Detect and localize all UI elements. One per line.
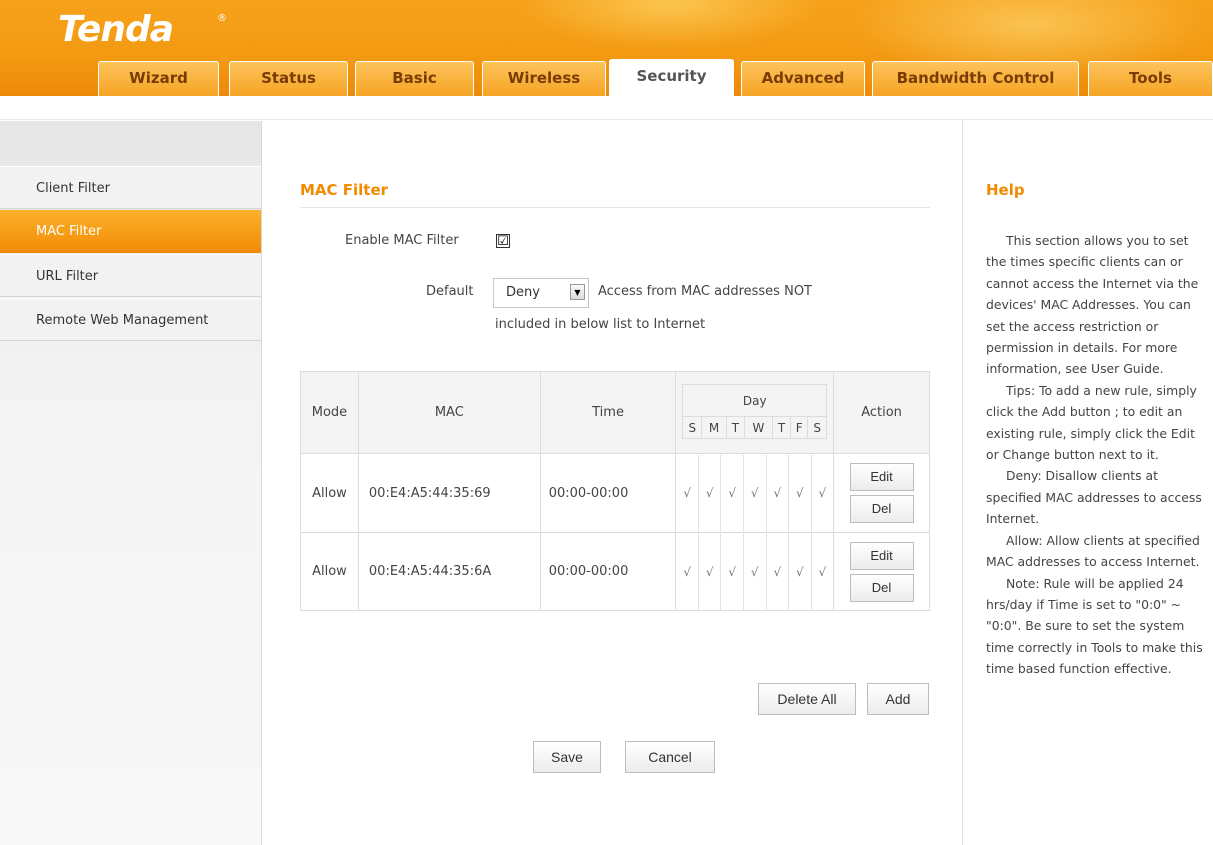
row-days: √ √ √ √ √ √ √ [675, 453, 835, 533]
table-row: Allow 00:E4:A5:44:35:6A 00:00-00:00 √ √ … [300, 532, 930, 611]
default-policy-value: Deny [506, 285, 540, 300]
tab-wizard[interactable]: Wizard [98, 61, 219, 96]
help-paragraph: Note: Rule will be applied 24 hrs/day if… [986, 575, 1203, 677]
day-check-icon: √ [720, 533, 743, 610]
enable-mac-filter-label: Enable MAC Filter [345, 233, 459, 248]
day-fri: F [790, 416, 809, 439]
day-check-icon: √ [697, 533, 721, 610]
day-check-icon: √ [742, 533, 766, 610]
row-actions: Edit Del [833, 453, 930, 533]
row-time: 00:00-00:00 [539, 453, 677, 533]
day-check-icon: √ [810, 533, 834, 610]
cancel-button[interactable]: Cancel [625, 741, 715, 773]
tab-basic[interactable]: Basic [355, 61, 474, 96]
day-thu: T [771, 416, 792, 439]
row-mac: 00:E4:A5:44:35:69 [357, 453, 541, 533]
col-mode: Mode [300, 371, 359, 454]
table-header-row: Mode MAC Time Day S M T W T F S Action [300, 371, 930, 454]
day-check-icon: √ [683, 485, 691, 500]
sidebar-item-url-filter[interactable]: URL Filter [0, 254, 261, 297]
day-check-icon: √ [742, 454, 766, 532]
help-title: Help [986, 181, 1025, 199]
delete-button[interactable]: Del [849, 573, 914, 602]
header-underbar [0, 96, 1213, 120]
edit-button[interactable]: Edit [849, 541, 914, 570]
col-day: Day S M T W T F S [675, 371, 835, 454]
row-actions: Edit Del [833, 532, 930, 611]
tenda-logo: Tenda [58, 9, 174, 50]
tab-wireless[interactable]: Wireless [482, 61, 606, 96]
day-sun: S [682, 416, 703, 439]
save-button[interactable]: Save [533, 741, 601, 773]
chevron-down-icon: ▼ [570, 284, 585, 300]
default-description-line2: included in below list to Internet [495, 317, 706, 332]
col-mac: MAC [357, 371, 541, 454]
day-check-icon: √ [720, 454, 743, 532]
registered-mark: ® [217, 13, 227, 24]
day-sat: S [807, 416, 828, 439]
col-time: Time [539, 371, 677, 454]
tab-security[interactable]: Security [609, 59, 734, 96]
help-paragraph: Deny: Disallow clients at specified MAC … [986, 468, 1202, 527]
row-days: √ √ √ √ √ √ √ [675, 532, 835, 611]
col-action: Action [833, 371, 930, 454]
row-time: 00:00-00:00 [539, 532, 677, 611]
header-bar: Tenda ® Wizard Status Basic Wireless Sec… [0, 0, 1213, 96]
sidebar-item-client-filter[interactable]: Client Filter [0, 166, 261, 209]
main-tabs: Wizard Status Basic Wireless Security Ad… [0, 59, 1213, 96]
day-check-icon: √ [788, 454, 811, 532]
title-divider [300, 207, 930, 208]
sidebar-item-mac-filter[interactable]: MAC Filter [0, 210, 261, 253]
day-header: Day S M T W T F S [682, 384, 828, 439]
day-check-icon: √ [765, 533, 789, 610]
row-mac: 00:E4:A5:44:35:6A [357, 532, 541, 611]
help-paragraph: Allow: Allow clients at specified MAC ad… [986, 532, 1200, 570]
delete-all-button[interactable]: Delete All [758, 683, 856, 715]
default-description-line1: Access from MAC addresses NOT [598, 284, 812, 299]
day-mon: M [701, 416, 727, 439]
tab-status[interactable]: Status [229, 61, 348, 96]
day-check-icon: √ [788, 533, 811, 610]
default-label: Default [426, 284, 474, 299]
tab-bandwidth-control[interactable]: Bandwidth Control [872, 61, 1079, 96]
edit-button[interactable]: Edit [849, 463, 914, 491]
delete-button[interactable]: Del [849, 495, 914, 523]
day-tue: T [725, 416, 745, 439]
day-check-icon: √ [683, 564, 691, 579]
day-check-icon: √ [810, 454, 834, 532]
row-mode: Allow [300, 453, 359, 533]
help-panel: Help This section allows you to set the … [962, 121, 1213, 845]
check-mark-icon: ☑ [497, 234, 509, 249]
day-check-icon: √ [765, 454, 789, 532]
main-content: MAC Filter Enable MAC Filter ☑ Default D… [263, 121, 961, 845]
help-body: This section allows you to set the times… [986, 230, 1204, 680]
help-paragraph: This section allows you to set the times… [986, 233, 1199, 377]
day-header-label: Day [682, 384, 828, 417]
table-row: Allow 00:E4:A5:44:35:69 00:00-00:00 √ √ … [300, 453, 930, 533]
default-policy-select[interactable]: Deny ▼ [493, 278, 589, 308]
help-paragraph: Tips: To add a new rule, simply click th… [986, 382, 1197, 463]
sidebar-item-remote-web-management[interactable]: Remote Web Management [0, 298, 261, 341]
row-mode: Allow [300, 532, 359, 611]
tab-advanced[interactable]: Advanced [741, 61, 865, 96]
day-check-icon: √ [697, 454, 721, 532]
sidebar: Client Filter MAC Filter URL Filter Remo… [0, 121, 262, 845]
day-wed: W [743, 416, 773, 439]
page-title: MAC Filter [300, 181, 389, 199]
add-button[interactable]: Add [867, 683, 929, 715]
tab-tools[interactable]: Tools [1088, 61, 1213, 96]
header-glow [520, 0, 820, 50]
enable-mac-filter-checkbox[interactable]: ☑ [496, 234, 510, 248]
mac-rules-table: Mode MAC Time Day S M T W T F S Action A… [300, 371, 930, 611]
